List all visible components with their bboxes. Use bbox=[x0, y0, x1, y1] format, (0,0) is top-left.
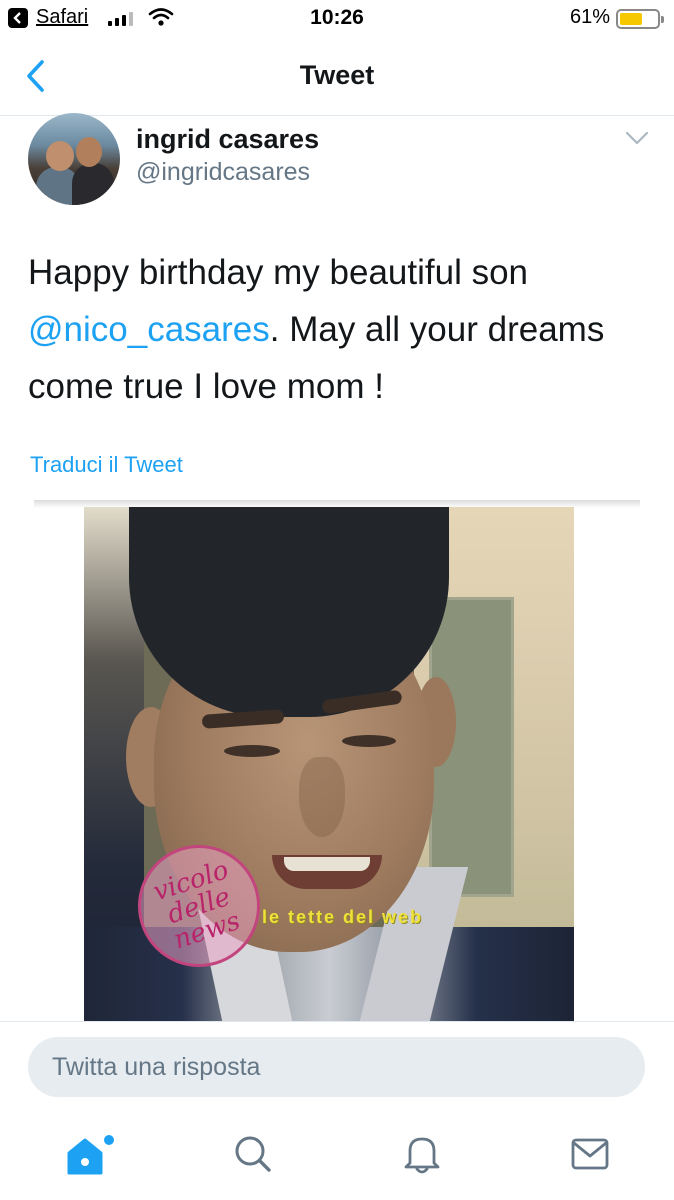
author-name[interactable]: ingrid casares bbox=[136, 124, 319, 155]
mail-icon bbox=[570, 1137, 610, 1176]
translate-tweet-link[interactable]: Traduci il Tweet bbox=[30, 452, 183, 478]
tweet-photo[interactable]: vicolo delle news le tette del web bbox=[84, 507, 574, 1021]
home-icon bbox=[65, 1135, 114, 1177]
tab-messages[interactable] bbox=[560, 1131, 620, 1181]
navigation-bar: Tweet bbox=[0, 40, 674, 116]
wifi-icon bbox=[148, 7, 174, 32]
watermark-logo-text: vicolo delle news bbox=[149, 855, 244, 956]
tab-home[interactable] bbox=[55, 1131, 115, 1181]
battery-percent: 61% bbox=[569, 6, 610, 28]
back-to-app-label[interactable]: Safari bbox=[36, 6, 88, 29]
chevron-down-icon[interactable] bbox=[624, 128, 650, 148]
mention-link[interactable]: @nico_casares bbox=[28, 310, 270, 349]
tweet-text: Happy birthday my beautiful son @nico_ca… bbox=[28, 244, 648, 415]
tab-bar bbox=[0, 1121, 674, 1200]
home-notification-dot bbox=[104, 1135, 114, 1145]
reply-placeholder: Twitta una risposta bbox=[52, 1053, 261, 1081]
back-to-app-icon[interactable] bbox=[8, 8, 28, 28]
watermark-banner: le tette del web bbox=[262, 907, 424, 927]
reply-bar: Twitta una risposta bbox=[0, 1021, 674, 1121]
tab-notifications[interactable] bbox=[392, 1131, 452, 1181]
author-handle[interactable]: @ingridcasares bbox=[136, 158, 310, 187]
status-bar: Safari 10:26 61% bbox=[0, 0, 674, 40]
reply-input[interactable]: Twitta una risposta bbox=[28, 1037, 645, 1097]
page-title: Tweet bbox=[299, 60, 375, 90]
tweet-text-start: Happy birthday my beautiful son bbox=[28, 253, 528, 292]
chevron-left-icon[interactable] bbox=[20, 58, 50, 94]
battery-icon bbox=[616, 9, 664, 29]
search-icon bbox=[233, 1134, 273, 1179]
avatar[interactable] bbox=[28, 113, 120, 205]
watermark-logo: vicolo delle news bbox=[138, 845, 260, 967]
tab-search[interactable] bbox=[223, 1131, 283, 1181]
signal-strength-icon bbox=[108, 10, 133, 26]
bell-icon bbox=[402, 1133, 442, 1180]
